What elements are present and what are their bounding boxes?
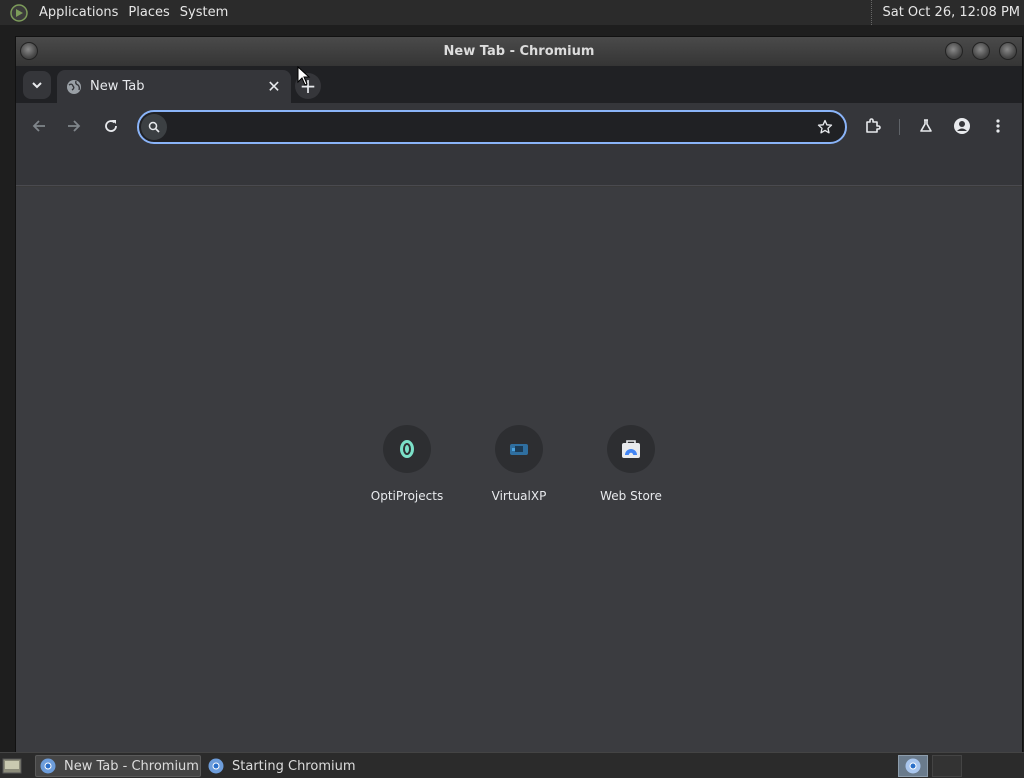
tab-new-tab[interactable]: New Tab ✕ xyxy=(57,70,291,103)
window-menu-button[interactable] xyxy=(20,42,38,60)
bookmarks-bar xyxy=(16,149,1022,186)
avatar-icon xyxy=(954,118,970,134)
places-menu[interactable]: Places xyxy=(123,5,174,20)
task-label: New Tab - Chromium xyxy=(64,758,199,774)
workspace-1-button[interactable] xyxy=(898,755,928,777)
address-bar[interactable] xyxy=(137,110,847,144)
applications-menu[interactable]: Applications xyxy=(34,5,123,20)
new-tab-page: OptiProjects VirtualXP Web Store xyxy=(16,187,1022,753)
address-input[interactable] xyxy=(173,116,793,138)
chromium-window: New Tab - Chromium New Tab ✕ + OptiProje… xyxy=(15,36,1023,753)
virtualxp-icon xyxy=(510,444,528,455)
flask-icon xyxy=(920,119,932,132)
kebab-menu-icon xyxy=(996,119,1000,133)
toolbar-separator xyxy=(899,119,900,135)
web-store-icon xyxy=(622,440,640,458)
tab-strip: New Tab ✕ + xyxy=(16,66,1022,103)
shortcut-virtualxp[interactable]: VirtualXP xyxy=(463,425,575,509)
labs-button[interactable] xyxy=(912,112,940,140)
tab-search-button[interactable] xyxy=(23,71,51,99)
chromium-icon xyxy=(40,758,56,774)
panel-clock[interactable]: Sat Oct 26, 12:08 PM xyxy=(871,0,1020,25)
shortcut-tile xyxy=(495,425,543,473)
task-new-tab-chromium[interactable]: New Tab - Chromium xyxy=(35,755,201,777)
mouse-cursor-icon xyxy=(297,66,311,86)
close-tab-icon[interactable]: ✕ xyxy=(265,77,283,96)
shortcut-optiprojects[interactable]: OptiProjects xyxy=(351,425,463,509)
maximize-button[interactable] xyxy=(972,42,990,60)
search-icon xyxy=(141,114,167,140)
system-menu[interactable]: System xyxy=(175,5,233,20)
chromium-icon xyxy=(208,758,224,774)
window-titlebar[interactable]: New Tab - Chromium xyxy=(16,37,1022,66)
reload-icon xyxy=(105,120,117,132)
tab-title: New Tab xyxy=(90,79,145,94)
bottom-taskbar: New Tab - Chromium Starting Chromium xyxy=(0,752,1024,778)
chevron-down-icon xyxy=(32,82,42,89)
shortcut-web-store[interactable]: Web Store xyxy=(575,425,687,509)
top-panel: Applications Places System Sat Oct 26, 1… xyxy=(0,0,1024,25)
gnome-foot-icon[interactable] xyxy=(9,3,29,23)
back-arrow-icon xyxy=(32,120,45,132)
shortcut-label: VirtualXP xyxy=(491,489,547,503)
task-starting-chromium[interactable]: Starting Chromium xyxy=(204,755,368,777)
profile-button[interactable] xyxy=(948,112,976,140)
shortcut-label: Web Store xyxy=(600,489,662,503)
chromium-icon xyxy=(905,758,921,774)
browser-toolbar xyxy=(16,103,1022,149)
show-desktop-icon[interactable] xyxy=(2,757,22,775)
menu-button[interactable] xyxy=(984,112,1012,140)
task-label: Starting Chromium xyxy=(232,758,356,774)
back-button[interactable] xyxy=(25,112,53,140)
minimize-button[interactable] xyxy=(945,42,963,60)
bookmark-star-icon[interactable] xyxy=(815,117,835,137)
reload-button[interactable] xyxy=(97,112,125,140)
forward-arrow-icon xyxy=(68,120,81,132)
globe-icon xyxy=(66,79,82,95)
puzzle-icon xyxy=(866,118,881,133)
close-window-button[interactable] xyxy=(999,42,1017,60)
forward-button[interactable] xyxy=(60,112,88,140)
shortcut-tile xyxy=(383,425,431,473)
shortcut-label: OptiProjects xyxy=(370,489,444,503)
optiprojects-icon xyxy=(400,440,414,458)
shortcut-tile xyxy=(607,425,655,473)
extensions-button[interactable] xyxy=(859,112,887,140)
workspace-2-button[interactable] xyxy=(932,755,962,777)
window-title: New Tab - Chromium xyxy=(443,44,595,59)
